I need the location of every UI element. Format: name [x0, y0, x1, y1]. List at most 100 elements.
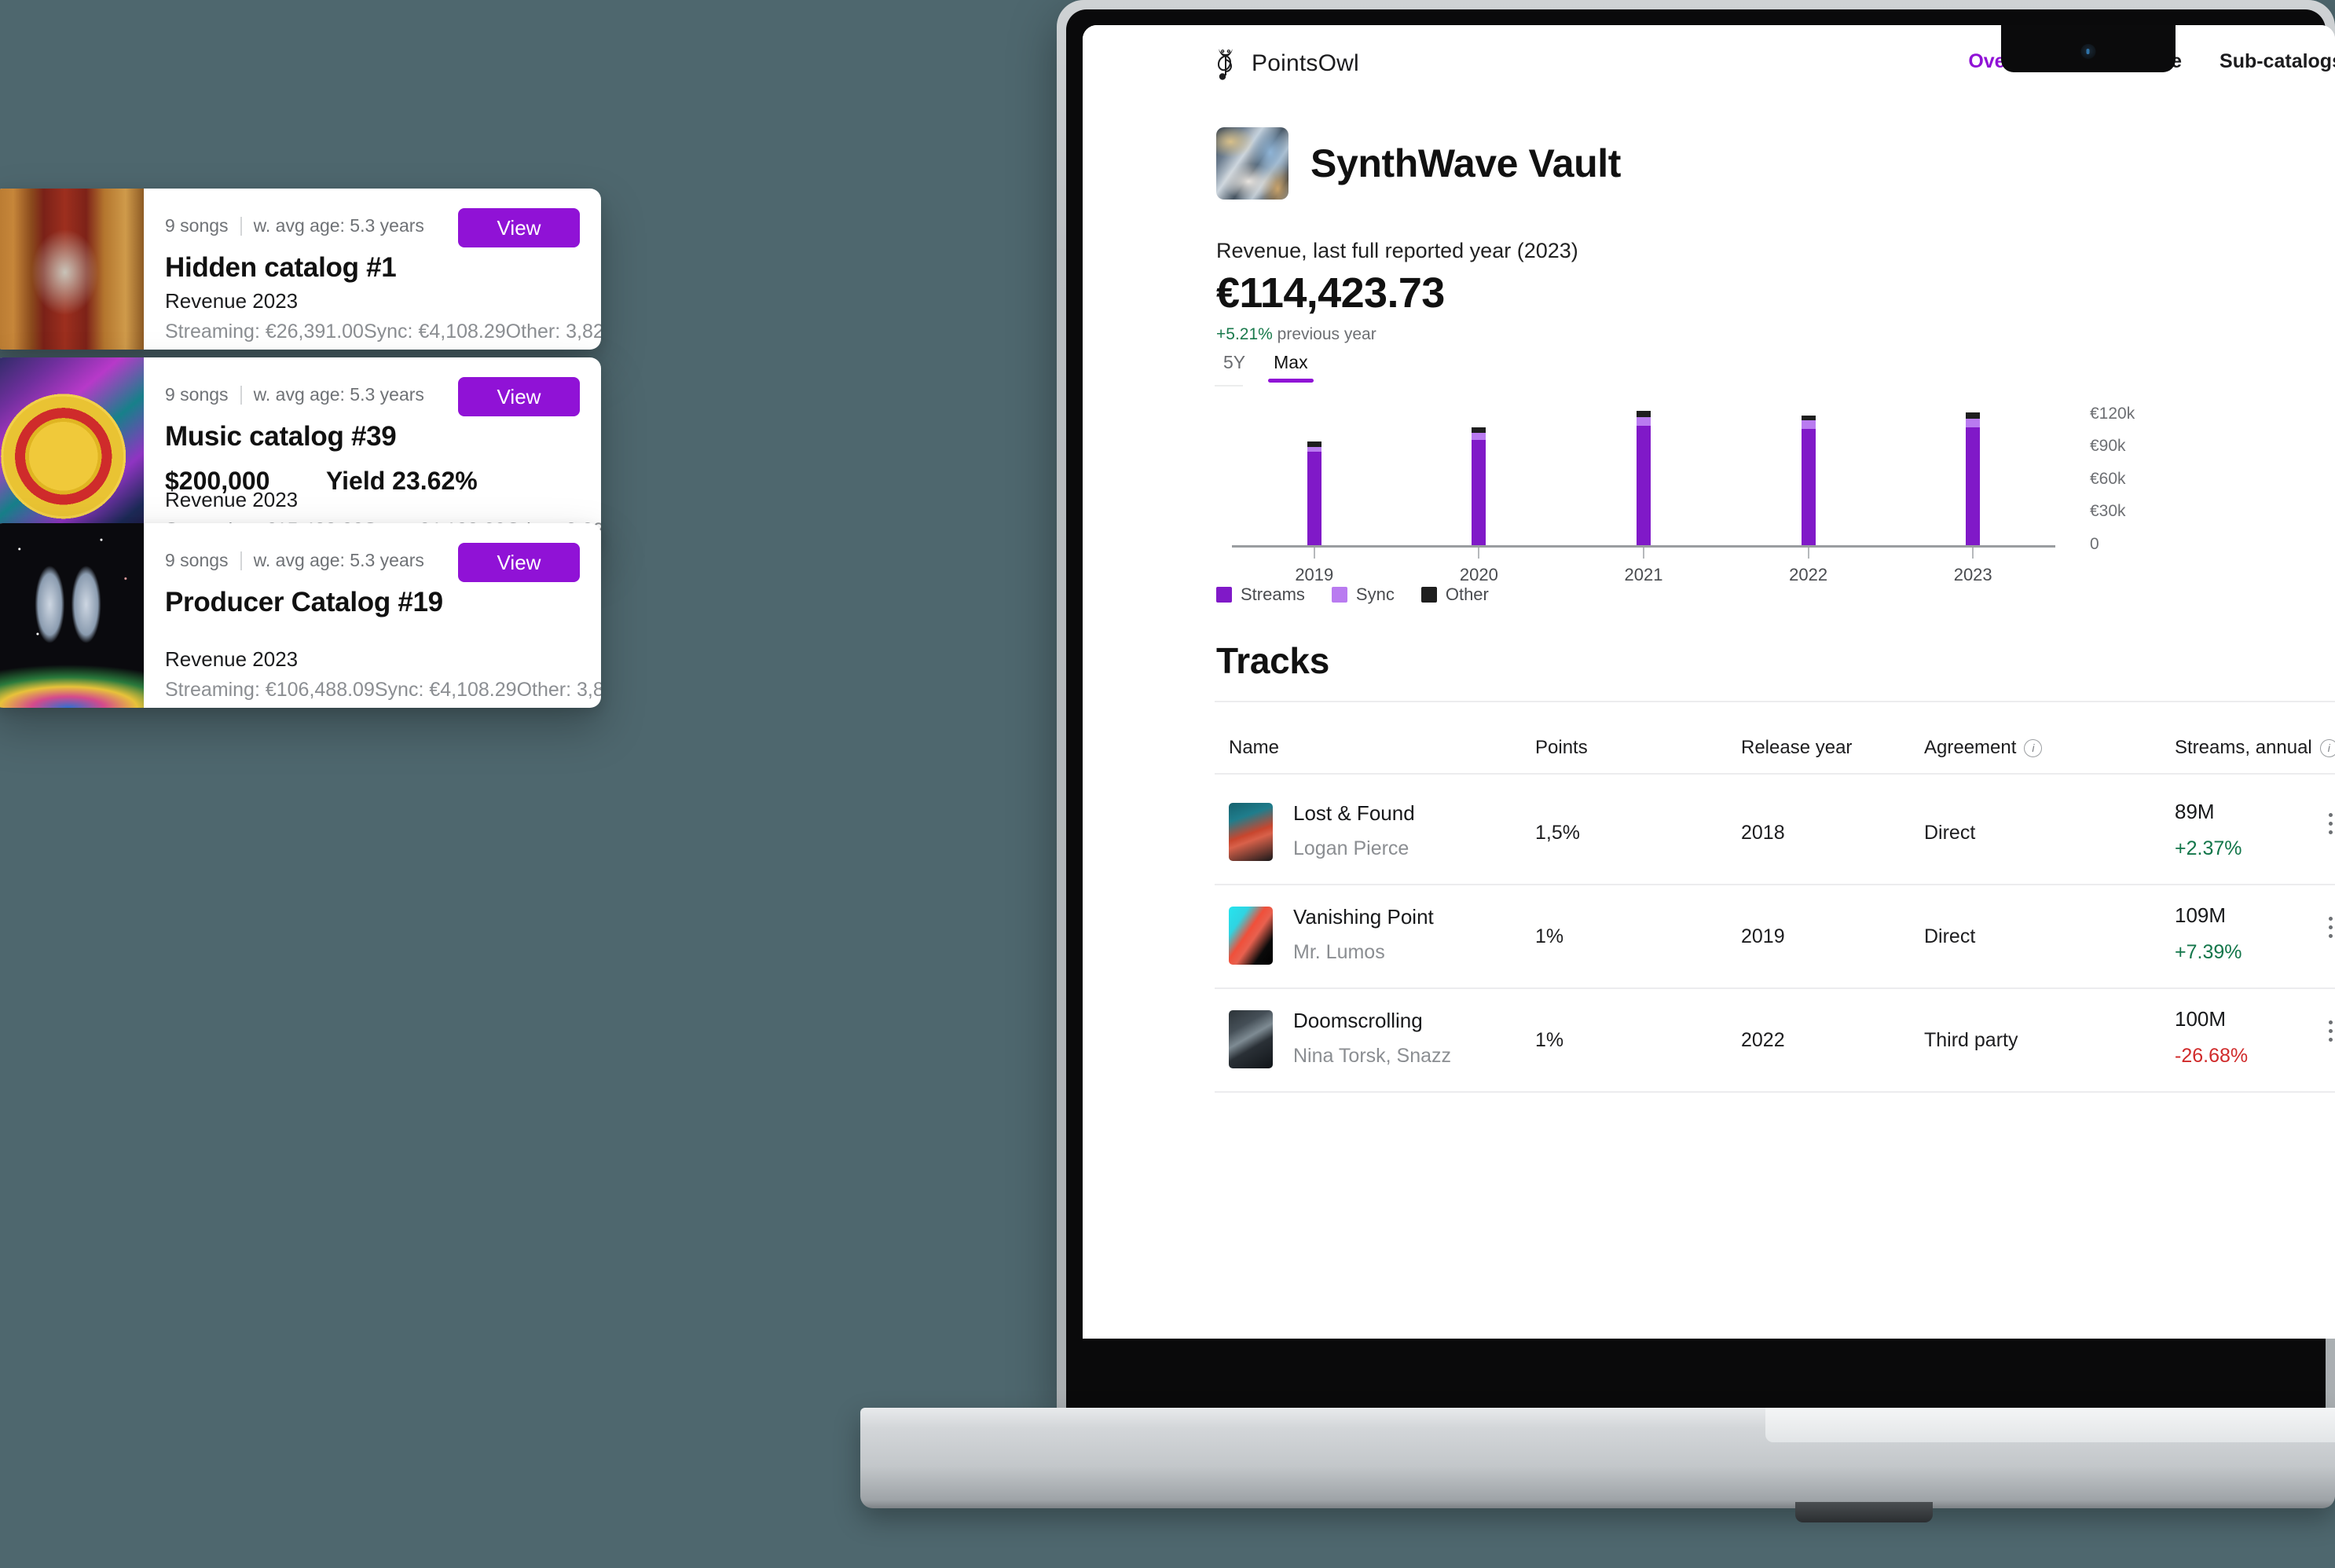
owl-music-note-icon — [1217, 49, 1233, 80]
bar-segment-sync — [1472, 432, 1486, 440]
screen-notch — [2001, 25, 2176, 72]
table-row[interactable]: Lost & Found Logan Pierce 1,5% 2018 Direct 89… — [1215, 781, 2335, 885]
col-header-name[interactable]: Name — [1229, 737, 1279, 759]
view-button[interactable]: View — [458, 208, 580, 247]
tracks-top-rule — [1215, 701, 2335, 702]
chart-bar-2022[interactable] — [1801, 415, 1816, 545]
revenue-value: €114,423.73 — [1216, 269, 1445, 317]
catalog-title: SynthWave Vault — [1310, 141, 1622, 185]
x-axis-label: 2019 — [1295, 565, 1334, 584]
legend-label-other: Other — [1445, 584, 1489, 604]
range-tab-max[interactable]: Max — [1265, 349, 1316, 383]
card-songs-count: 9 songs — [165, 384, 229, 405]
revenue-delta-pct: +5.21% — [1216, 325, 1273, 343]
bar-segment-streams — [1801, 428, 1816, 545]
card-body: 9 songs w. avg age: 5.3 years Hidden cat… — [144, 189, 601, 350]
x-tick — [1807, 548, 1809, 559]
card-title: Producer Catalog #19 — [165, 587, 443, 617]
track-points: 1% — [1535, 1029, 1564, 1051]
track-streams-delta: -26.68% — [2175, 1045, 2249, 1067]
legend-swatch-streams — [1216, 587, 1232, 603]
x-axis-label: 2021 — [1624, 565, 1663, 584]
x-axis-label: 2023 — [1953, 565, 1992, 584]
card-songs-count: 9 songs — [165, 215, 229, 236]
catalog-card[interactable]: 9 songs w. avg age: 5.3 years Music cata… — [0, 357, 601, 548]
legend-item-other: Other — [1420, 584, 1489, 605]
chart-range-tabs: 5Y Max — [1215, 349, 1317, 383]
col-header-release-year[interactable]: Release year — [1741, 737, 1852, 759]
track-streams: 89M — [2175, 800, 2215, 823]
revenue-delta: +5.21% previous year — [1216, 325, 1376, 344]
range-tab-5y[interactable]: 5Y — [1215, 349, 1254, 383]
catalog-artwork — [1216, 127, 1288, 200]
revenue-label: Revenue, last full reported year (2023) — [1216, 239, 1578, 262]
table-row[interactable]: Vanishing Point Mr. Lumos 1% 2019 Direct 109M… — [1215, 885, 2335, 989]
track-name: Lost & Found — [1293, 801, 1415, 825]
bar-segment-other — [1472, 427, 1486, 433]
card-songs-count: 9 songs — [165, 550, 229, 570]
track-agreement: Third party — [1924, 1029, 2018, 1051]
track-streams-delta: +7.39% — [2175, 941, 2242, 963]
range-tabs-rule — [1215, 385, 1243, 387]
chart-bar-2021[interactable] — [1637, 411, 1651, 545]
nav-item-sub-catalogs[interactable]: Sub-catalogs — [2220, 50, 2335, 73]
card-sync: Sync: €4,108.29 — [374, 679, 517, 701]
bar-segment-streams — [1637, 425, 1651, 545]
card-artwork — [0, 523, 144, 708]
card-revenue-head: Revenue 2023 — [165, 289, 299, 313]
track-artist: Nina Torsk, Snazz — [1293, 1045, 1452, 1067]
meta-divider — [240, 216, 242, 236]
view-button[interactable]: View — [458, 543, 580, 582]
track-streams-delta: +2.37% — [2175, 837, 2242, 859]
row-divider — [1215, 1091, 2335, 1093]
col-header-streams-annual[interactable]: Streams, annual i — [2175, 737, 2335, 759]
legend-item-streams: Streams — [1216, 584, 1305, 605]
card-body: 9 songs w. avg age: 5.3 years Producer C… — [144, 523, 601, 708]
row-menu-icon[interactable] — [2329, 1029, 2333, 1033]
row-menu-icon[interactable] — [2329, 925, 2333, 929]
track-release-year: 2022 — [1741, 1029, 1785, 1051]
track-agreement: Direct — [1924, 822, 1976, 844]
table-row[interactable]: Doomscrolling Nina Torsk, Snazz 1% 2022 Thir… — [1215, 988, 2335, 1093]
col-header-points[interactable]: Points — [1535, 737, 1588, 759]
brand-logo[interactable]: PointsOwl — [1216, 46, 1359, 82]
x-axis-label: 2020 — [1459, 565, 1498, 584]
y-axis-label: 0 — [2090, 535, 2099, 553]
x-tick — [1972, 548, 1974, 559]
bar-segment-other — [1307, 441, 1321, 447]
row-menu-icon[interactable] — [2329, 822, 2333, 826]
catalog-card[interactable]: 9 songs w. avg age: 5.3 years Producer C… — [0, 523, 601, 708]
col-header-agreement[interactable]: Agreement i — [1924, 737, 2043, 759]
col-header-agreement-label: Agreement — [1924, 737, 2017, 758]
info-icon[interactable]: i — [2024, 738, 2043, 757]
brand-name: PointsOwl — [1252, 50, 1359, 76]
view-button[interactable]: View — [458, 377, 580, 416]
y-axis-label: €30k — [2090, 502, 2126, 521]
card-meta: 9 songs w. avg age: 5.3 years — [165, 384, 424, 405]
tracks-header-rule — [1215, 773, 2335, 775]
bar-segment-sync — [1637, 416, 1651, 426]
chart-legend: Streams Sync Other — [1216, 584, 1489, 605]
y-axis-label: €90k — [2090, 437, 2126, 456]
card-avg-age: w. avg age: 5.3 years — [253, 215, 424, 236]
track-name: Doomscrolling — [1293, 1009, 1423, 1032]
card-avg-age: w. avg age: 5.3 years — [253, 384, 424, 405]
chart-bar-2023[interactable] — [1966, 412, 1981, 545]
card-streaming: Streaming: €26,391.00 — [165, 321, 364, 343]
chart-bar-2020[interactable] — [1472, 427, 1486, 545]
legend-label-streams: Streams — [1241, 584, 1305, 604]
tracks-title: Tracks — [1216, 640, 1329, 681]
track-artwork — [1229, 1010, 1273, 1068]
x-tick — [1643, 548, 1644, 559]
card-other: Other: 3,829.94 — [505, 321, 601, 343]
y-axis-label: €120k — [2090, 404, 2135, 423]
bar-segment-other — [1801, 415, 1816, 421]
legend-swatch-other — [1420, 587, 1437, 603]
track-artist: Mr. Lumos — [1293, 941, 1385, 963]
x-tick — [1478, 548, 1480, 559]
info-icon[interactable]: i — [2319, 738, 2335, 757]
chart-bar-2019[interactable] — [1307, 441, 1321, 545]
catalog-card[interactable]: 9 songs w. avg age: 5.3 years Hidden cat… — [0, 189, 601, 350]
track-streams: 109M — [2175, 903, 2227, 927]
x-tick — [1313, 548, 1315, 559]
